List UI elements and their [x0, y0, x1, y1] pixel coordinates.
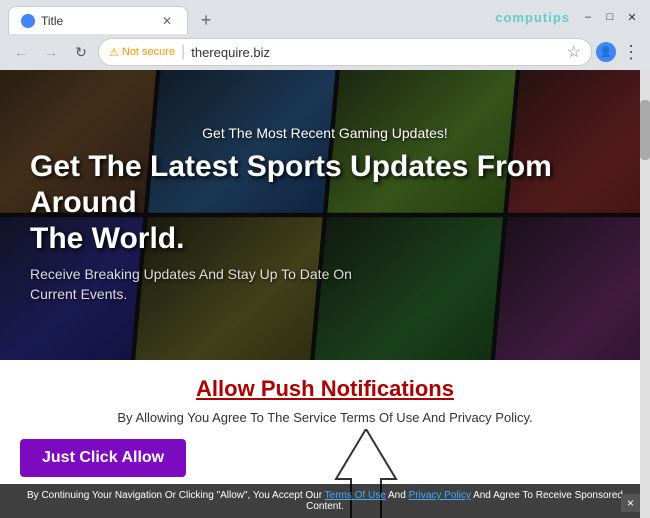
hero-small-line2: Current Events. [30, 286, 127, 302]
url-text[interactable]: therequire.biz [191, 45, 560, 60]
maximize-button[interactable]: □ [600, 7, 620, 27]
forward-icon: → [44, 44, 58, 60]
bottom-notice-bar: By Continuing Your Navigation Or Clickin… [0, 484, 650, 518]
browser-tab[interactable]: Title ✕ [8, 6, 188, 34]
back-button[interactable]: ← [8, 39, 34, 65]
tab-favicon [21, 14, 35, 28]
title-bar: Title ✕ + computips – □ ✕ [0, 0, 650, 34]
hero-banner: Get The Most Recent Gaming Updates! Get … [0, 70, 650, 360]
window-chrome: Title ✕ + computips – □ ✕ ← → ↻ ⚠ Not se… [0, 0, 650, 70]
browser-menu-button[interactable]: ⋮ [620, 42, 642, 63]
hero-small-text: Receive Breaking Updates And Stay Up To … [30, 265, 352, 304]
privacy-link[interactable]: Privacy Policy [409, 490, 471, 501]
hero-title-line1: Get The Latest Sports Updates From Aroun… [30, 150, 552, 219]
scrollbar[interactable] [640, 70, 650, 518]
address-bar: ← → ↻ ⚠ Not secure | therequire.biz ☆ 👤 … [0, 34, 650, 70]
push-notif-title: Allow Push Notifications [20, 376, 630, 402]
not-secure-label: Not secure [122, 46, 175, 58]
new-tab-button[interactable]: + [192, 6, 220, 34]
allow-button[interactable]: Just Click Allow [20, 439, 186, 477]
refresh-button[interactable]: ↻ [68, 39, 94, 65]
forward-button[interactable]: → [38, 39, 64, 65]
warning-icon: ⚠ [109, 46, 119, 59]
notice-dismiss-button[interactable]: × [621, 494, 640, 512]
terms-link[interactable]: Terms Of Use [325, 490, 386, 501]
window-close-button[interactable]: ✕ [622, 7, 642, 27]
minimize-button[interactable]: – [578, 7, 598, 27]
back-icon: ← [14, 44, 28, 60]
tab-title: Title [41, 14, 155, 28]
window-controls: – □ ✕ [578, 7, 642, 27]
hero-title-line2: The World. [30, 222, 184, 255]
tab-close-button[interactable]: ✕ [159, 13, 175, 29]
computips-label: computips [495, 10, 570, 25]
profile-avatar[interactable]: 👤 [596, 42, 616, 62]
not-secure-indicator: ⚠ Not secure [109, 46, 175, 59]
url-bar[interactable]: ⚠ Not secure | therequire.biz ☆ [98, 38, 592, 66]
hero-small-line1: Receive Breaking Updates And Stay Up To … [30, 266, 352, 282]
push-notif-desc: By Allowing You Agree To The Service Ter… [20, 410, 630, 425]
notice-text: By Continuing Your Navigation Or Clickin… [27, 490, 623, 512]
hero-text: Get The Most Recent Gaming Updates! Get … [0, 70, 650, 360]
hero-subtitle: Get The Most Recent Gaming Updates! [30, 125, 620, 141]
url-separator: | [181, 43, 185, 61]
tab-area: Title ✕ + [8, 0, 487, 34]
refresh-icon: ↻ [75, 44, 87, 61]
browser-viewport: Get The Most Recent Gaming Updates! Get … [0, 70, 650, 518]
scrollbar-thumb[interactable] [640, 100, 650, 160]
bookmark-icon[interactable]: ☆ [567, 42, 581, 62]
hero-main-title: Get The Latest Sports Updates From Aroun… [30, 149, 620, 257]
